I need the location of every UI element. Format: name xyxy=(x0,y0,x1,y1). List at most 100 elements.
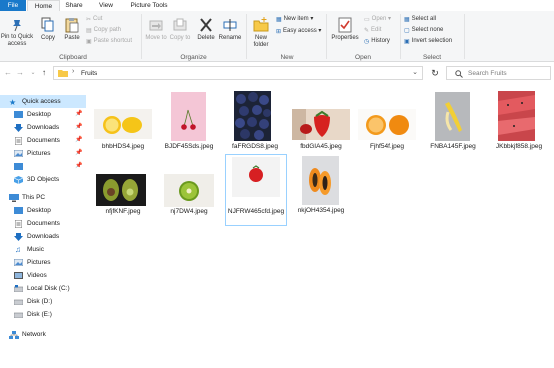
delete-button[interactable]: Delete xyxy=(195,17,217,42)
move-to-icon xyxy=(149,20,163,31)
select-none-icon: ▢ xyxy=(404,28,410,34)
search-box[interactable]: Search Fruits xyxy=(446,66,551,80)
new-item-button[interactable]: ▦ New item ▾ xyxy=(276,15,313,24)
select-none-button[interactable]: ▢ Select none xyxy=(404,26,443,35)
up-arrow-icon[interactable]: ↑ xyxy=(39,68,49,78)
nav-pc-desktop[interactable]: Desktop xyxy=(0,204,86,217)
file-tile[interactable]: JKbbkjf858.jpeg xyxy=(486,86,552,166)
new-folder-button[interactable]: New folder xyxy=(249,17,273,49)
select-all-button[interactable]: ▦ Select all xyxy=(404,15,436,24)
address-bar[interactable]: › Fruits ⌄ xyxy=(53,66,423,80)
nav-label: 3D Objects xyxy=(27,176,60,183)
nav-pc-documents[interactable]: Documents xyxy=(0,217,86,230)
nav-qa-documents[interactable]: Documents 📌 xyxy=(0,134,86,147)
file-name: NJFRW465cfd.jpeg xyxy=(227,208,285,215)
paste-shortcut-button[interactable]: ▣ Paste shortcut xyxy=(86,37,132,46)
nav-pc-disk-e[interactable]: Disk (E:) xyxy=(0,308,86,321)
copy-button[interactable]: Copy xyxy=(38,17,58,42)
pin-to-quick-access-button[interactable]: Pin to Quick access xyxy=(0,18,34,48)
nav-qa-desktop[interactable]: Desktop 📌 xyxy=(0,108,86,121)
pin-icon[interactable]: 📌 xyxy=(75,160,82,173)
file-tile[interactable]: bhbHDS4.jpeg xyxy=(90,86,156,166)
open-button[interactable]: ▭ Open ▾ xyxy=(364,15,391,24)
nav-pc-local-disk-c[interactable]: Local Disk (C:) xyxy=(0,282,86,295)
file-tile[interactable]: nfjfKNF.jpeg xyxy=(90,167,156,247)
forward-arrow-icon[interactable]: → xyxy=(15,68,25,78)
nav-qa-pictures[interactable]: Pictures 📌 xyxy=(0,147,86,160)
drive-icon xyxy=(14,312,23,318)
file-name: BJDF45Sds.jpeg xyxy=(164,143,214,150)
chevron-down-icon[interactable]: ⌄ xyxy=(412,68,418,76)
pin-icon[interactable]: 📌 xyxy=(75,134,82,147)
new-item-icon: ▦ xyxy=(276,17,282,23)
select-group-label: Select xyxy=(422,54,442,61)
refresh-icon[interactable]: ↻ xyxy=(430,68,440,78)
history-label: History xyxy=(371,38,390,44)
file-tile[interactable]: FNBA145F.jpeg xyxy=(420,86,486,166)
nav-network[interactable]: Network xyxy=(0,328,86,341)
nav-label: Disk (D:) xyxy=(27,298,53,305)
ribbon-separator xyxy=(464,14,465,59)
file-name: nfjfKNF.jpeg xyxy=(105,208,141,215)
drive-icon xyxy=(14,299,23,305)
properties-button[interactable]: Properties xyxy=(329,17,361,42)
easy-access-button[interactable]: ⊞ Easy access ▾ xyxy=(276,27,321,36)
nav-quick-access[interactable]: ★ Quick access xyxy=(0,95,86,108)
nav-pc-videos[interactable]: Videos xyxy=(0,269,86,282)
file-tile[interactable]: nkjOH4354.jpeg xyxy=(288,154,354,234)
drive-icon xyxy=(14,285,23,292)
invert-selection-button[interactable]: ▣ Invert selection xyxy=(404,37,452,46)
address-row: ← → ⌄ ↑ › Fruits ⌄ ↻ Search Fruits xyxy=(0,64,554,82)
pin-icon[interactable]: 📌 xyxy=(75,147,82,160)
nav-qa-3d-objects[interactable]: 3D Objects xyxy=(0,173,86,186)
nav-qa-desktop-2[interactable]: 📌 xyxy=(0,160,86,173)
new-group-label: New xyxy=(280,54,294,61)
tab-view[interactable]: View xyxy=(94,0,118,11)
paste-shortcut-label: Paste shortcut xyxy=(93,38,133,44)
rename-button[interactable]: Rename xyxy=(218,17,242,42)
pin-icon[interactable]: 📌 xyxy=(75,108,82,121)
pin-icon[interactable]: 📌 xyxy=(75,121,82,134)
tab-file[interactable]: File xyxy=(0,0,26,11)
nav-pc-disk-d[interactable]: Disk (D:) xyxy=(0,295,86,308)
properties-label: Properties xyxy=(331,35,359,41)
file-tile[interactable]: NJFRW465cfd.jpeg xyxy=(225,154,287,226)
image-thumbnail xyxy=(302,156,339,205)
nav-label: Downloads xyxy=(27,124,60,131)
copy-path-button[interactable]: ▤ Copy path xyxy=(86,26,121,35)
nav-label: Desktop xyxy=(27,207,51,214)
copy-to-button[interactable]: Copy to xyxy=(169,17,191,42)
image-thumbnail xyxy=(96,174,146,206)
file-tile[interactable]: BJDF45Sds.jpeg xyxy=(156,86,222,166)
back-arrow-icon[interactable]: ← xyxy=(3,68,13,78)
file-tile[interactable]: nj7DW4.jpeg xyxy=(156,167,222,247)
nav-pc-music[interactable]: ♫ Music xyxy=(0,243,86,256)
breadcrumb-chevron-icon: › xyxy=(72,68,75,75)
paste-button[interactable]: Paste xyxy=(61,17,83,42)
file-name: Fjhf54f.jpeg xyxy=(370,143,404,150)
breadcrumb-current-folder[interactable]: Fruits xyxy=(81,69,97,78)
cut-button[interactable]: ✂ Cut xyxy=(86,15,102,24)
nav-qa-downloads[interactable]: Downloads 📌 xyxy=(0,121,86,134)
open-label: Open xyxy=(371,16,387,22)
new-item-label: New item xyxy=(283,16,309,22)
edit-button[interactable]: ✎ Edit xyxy=(364,26,381,35)
file-tile[interactable]: Fjhf54f.jpeg xyxy=(354,86,420,166)
tab-home[interactable]: Home xyxy=(27,0,60,11)
nav-pc-downloads[interactable]: Downloads xyxy=(0,230,86,243)
music-icon: ♫ xyxy=(15,245,21,254)
select-all-icon: ▦ xyxy=(404,17,410,23)
history-icon: ◷ xyxy=(364,39,370,45)
tab-share[interactable]: Share xyxy=(62,0,86,11)
desktop-icon xyxy=(14,207,23,214)
nav-label: Desktop xyxy=(27,111,51,118)
tab-picture-tools[interactable]: Picture Tools xyxy=(126,0,172,11)
move-to-button[interactable]: Move to xyxy=(145,17,167,42)
nav-label: Disk (E:) xyxy=(27,311,52,318)
nav-pc-pictures[interactable]: Pictures xyxy=(0,256,86,269)
recent-locations-chevron-icon[interactable]: ⌄ xyxy=(28,68,38,78)
nav-this-pc[interactable]: This PC xyxy=(0,191,86,204)
ribbon-separator xyxy=(400,14,401,59)
history-button[interactable]: ◷ History xyxy=(364,37,390,46)
ribbon-separator xyxy=(326,14,327,59)
